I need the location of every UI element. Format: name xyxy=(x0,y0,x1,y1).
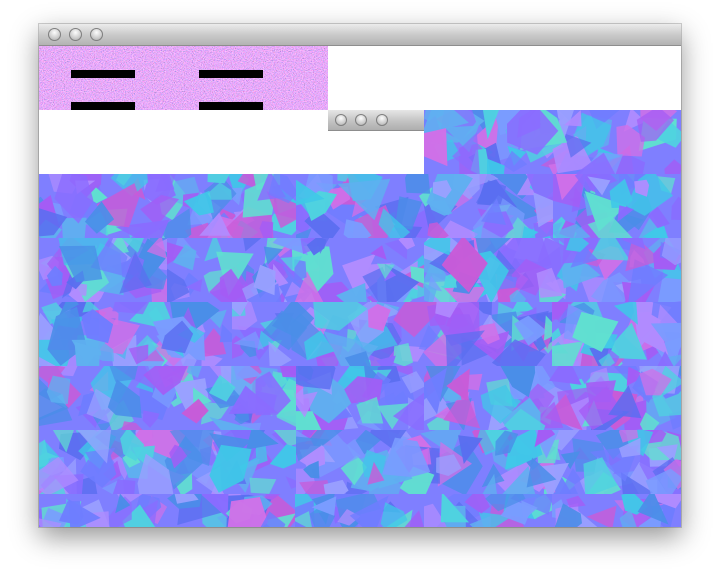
main-window xyxy=(39,24,681,527)
normal-map-tile xyxy=(552,494,681,527)
normal-map-tile xyxy=(296,366,424,430)
black-bar xyxy=(199,70,263,78)
minimize-icon[interactable] xyxy=(355,114,367,126)
close-icon[interactable] xyxy=(48,28,61,41)
normal-map-tile xyxy=(424,238,681,302)
normal-map-tile xyxy=(39,238,167,302)
black-bar xyxy=(199,102,263,110)
normal-map-tile xyxy=(295,494,424,527)
child-window-titlebar[interactable] xyxy=(328,110,424,131)
render-canvas[interactable] xyxy=(39,46,681,527)
minimize-icon[interactable] xyxy=(69,28,82,41)
normal-map-tile xyxy=(296,174,553,238)
normal-map-tile xyxy=(553,174,681,238)
normal-map-tile xyxy=(424,110,681,174)
normal-map-tile xyxy=(39,430,296,494)
normal-map-tile xyxy=(39,494,167,527)
close-icon[interactable] xyxy=(335,114,347,126)
black-bar xyxy=(71,102,135,110)
zoom-icon[interactable] xyxy=(90,28,103,41)
window-titlebar[interactable] xyxy=(39,24,681,46)
noise-texture-tile xyxy=(39,46,328,110)
normal-map-tile xyxy=(296,430,681,494)
normal-map-tile xyxy=(232,302,552,366)
normal-map-tile xyxy=(167,238,424,302)
black-bar xyxy=(71,70,135,78)
zoom-icon[interactable] xyxy=(376,114,388,126)
normal-map-tile xyxy=(39,174,296,238)
normal-map-tile xyxy=(552,302,681,366)
normal-map-tile xyxy=(39,366,296,430)
normal-map-tile xyxy=(167,494,295,527)
normal-map-tile xyxy=(424,494,552,527)
normal-map-tile xyxy=(39,302,232,366)
normal-map-tile xyxy=(424,366,681,430)
